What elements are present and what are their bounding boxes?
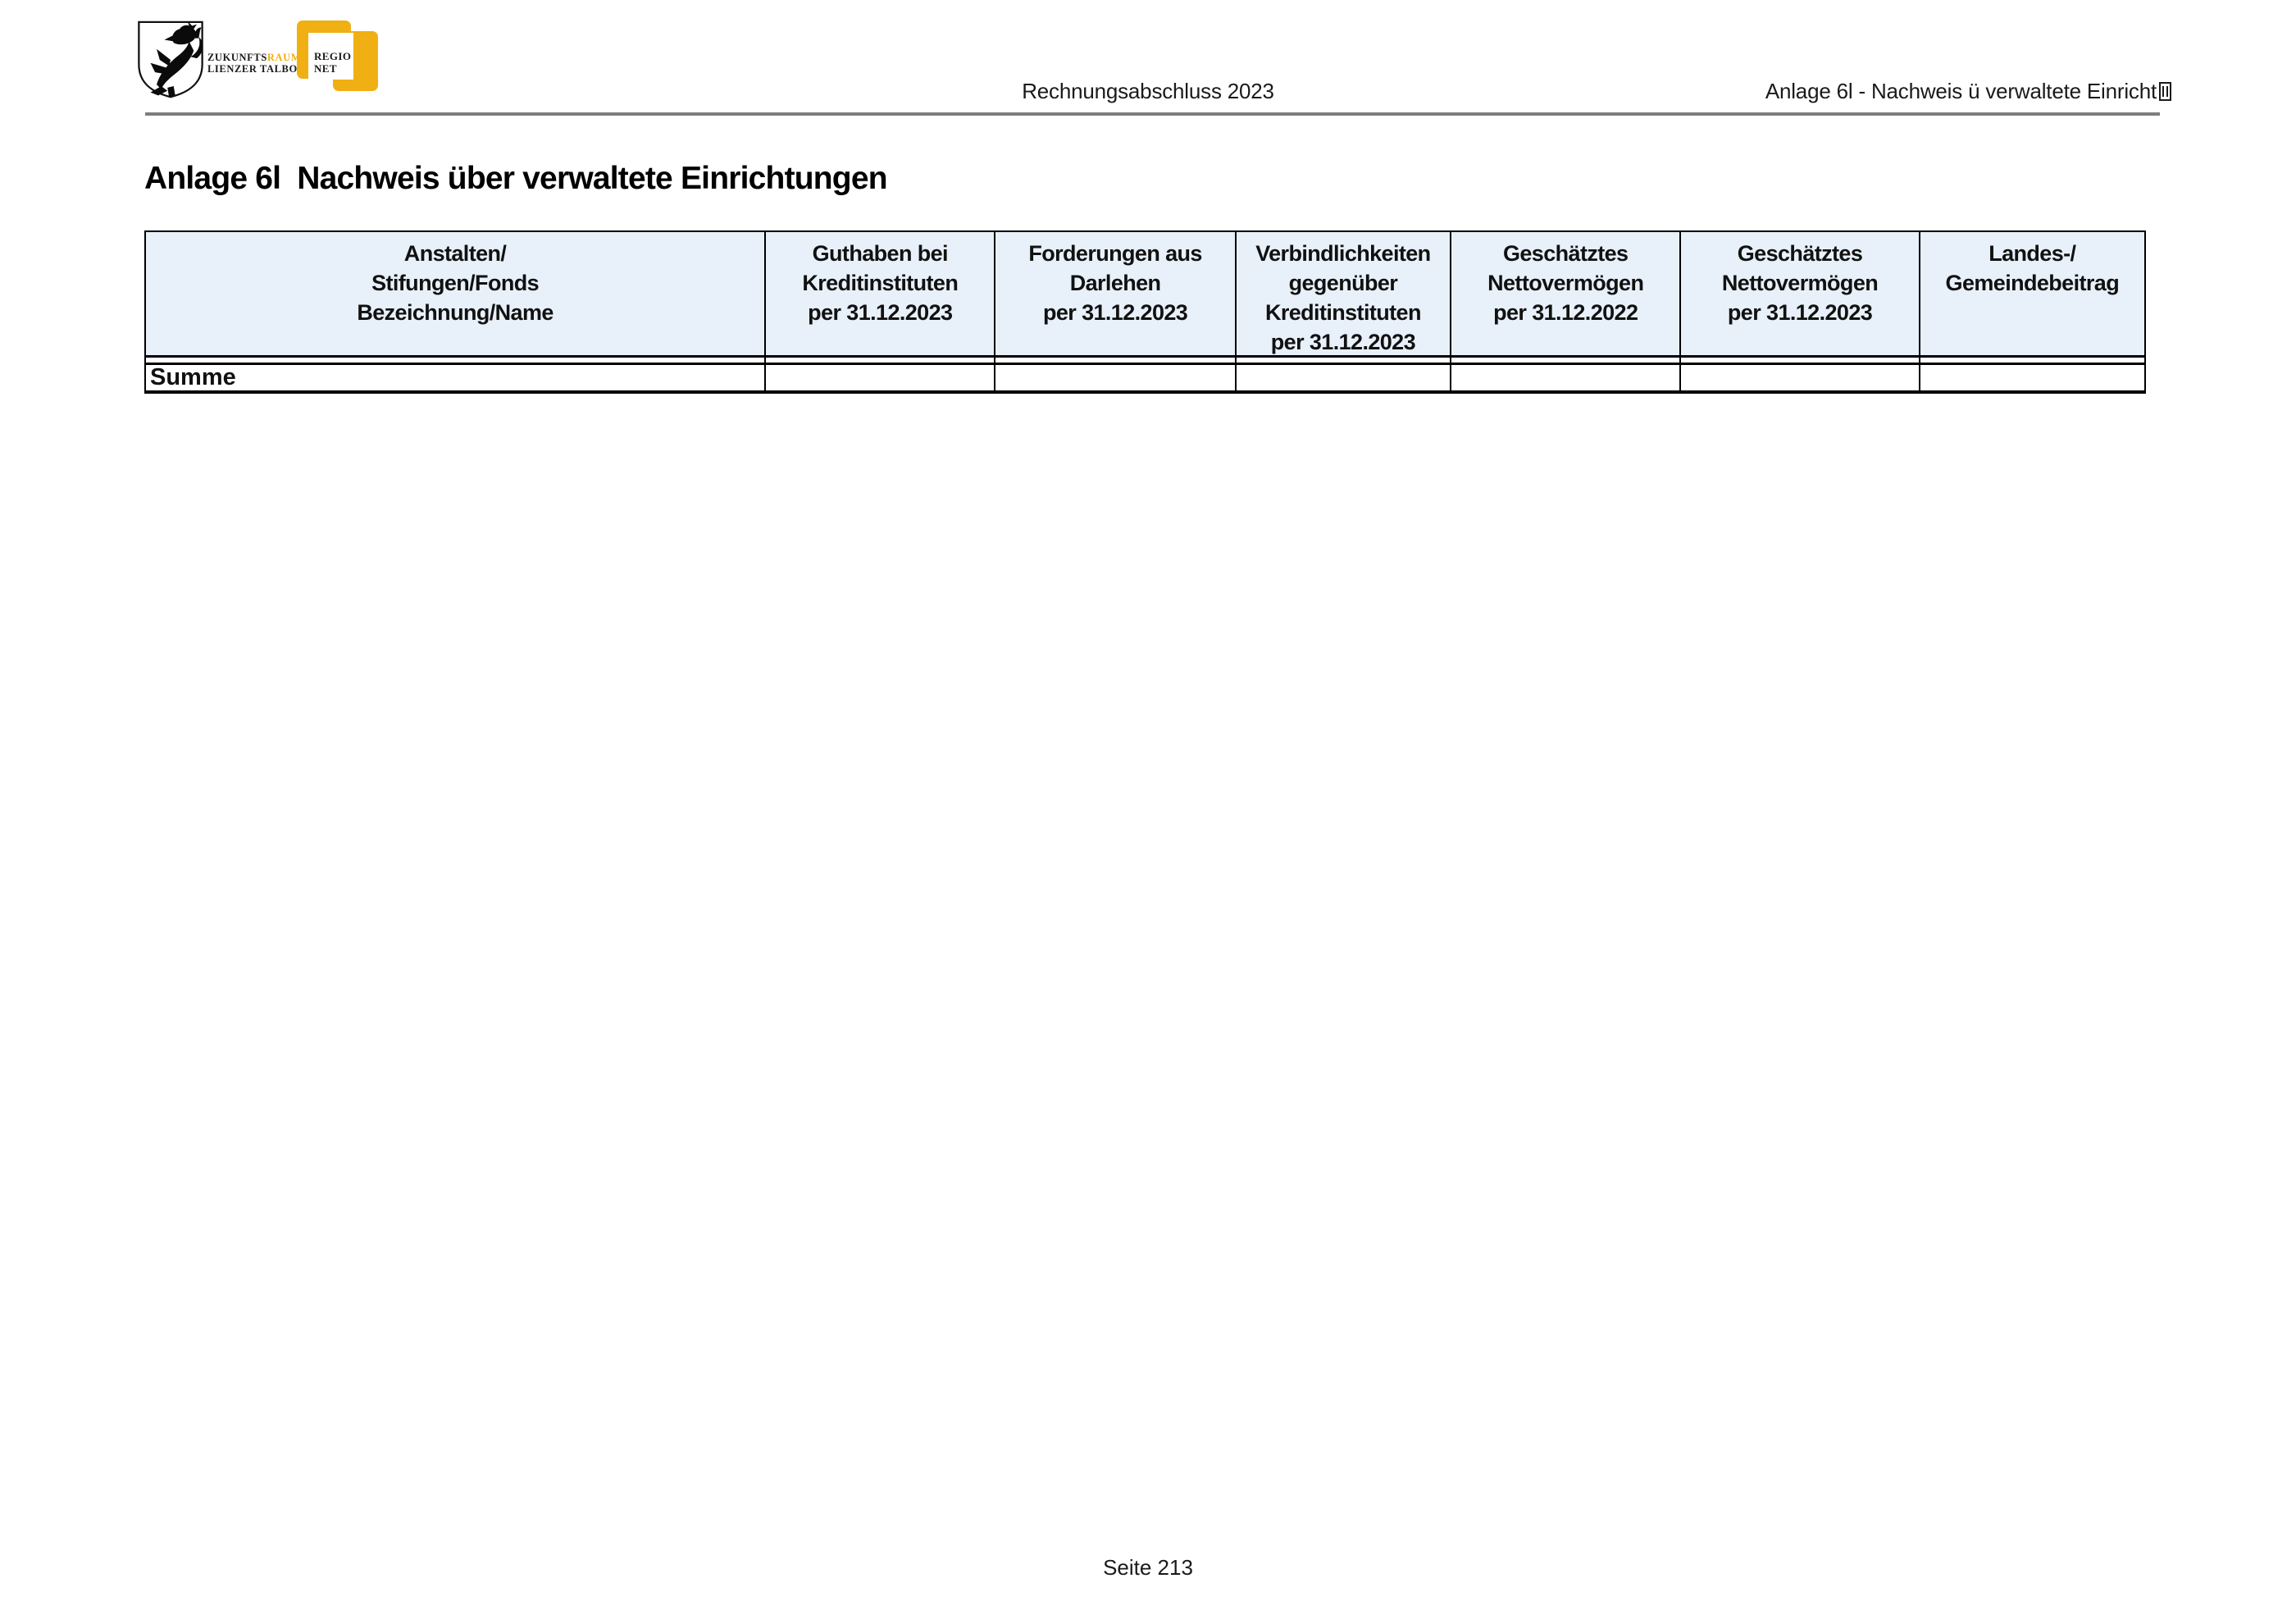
summe-cell-nettovermoegen-2023	[1679, 363, 1918, 390]
column-header-forderungen: Forderungen aus Darlehen per 31.12.2023	[994, 232, 1234, 358]
header-rule	[145, 112, 2160, 116]
column-header-nettovermoegen-2022: Geschätztes Nettovermögen per 31.12.2022	[1450, 232, 1679, 358]
column-header-guthaben: Guthaben bei Kreditinstituten per 31.12.…	[764, 232, 994, 358]
column-header-verbindlichkeiten: Verbindlichkeiten gegenüber Kreditinstit…	[1235, 232, 1450, 358]
page-number: Seite 213	[0, 1555, 2296, 1581]
summe-cell-nettovermoegen-2022	[1450, 363, 1679, 390]
summe-cell-beitrag	[1919, 363, 2144, 390]
table-grid: Anstalten/ Stifungen/Fonds Bezeichnung/N…	[146, 232, 2144, 390]
missing-glyph-box	[2159, 82, 2171, 101]
verwaltete-einrichtungen-table: Anstalten/ Stifungen/Fonds Bezeichnung/N…	[144, 230, 2146, 394]
summe-cell-verbindlichkeiten	[1235, 363, 1450, 390]
summe-cell-guthaben	[764, 363, 994, 390]
page-title: Anlage 6l Nachweis über verwaltete Einri…	[144, 161, 887, 197]
column-header-beitrag: Landes-/ Gemeindebeitrag	[1919, 232, 2144, 358]
summe-row-label: Summe	[146, 363, 764, 390]
wordmark-raum: RAUM	[267, 52, 301, 63]
summe-cell-forderungen	[994, 363, 1234, 390]
column-header-nettovermoegen-2023: Geschätztes Nettovermögen per 31.12.2023	[1679, 232, 1918, 358]
regionet-label: REGIO NET	[314, 50, 351, 75]
header-section-title: Anlage 6l - Nachweis ü verwaltete Einric…	[1765, 79, 2171, 104]
column-header-bezeichnung: Anstalten/ Stifungen/Fonds Bezeichnung/N…	[146, 232, 764, 358]
